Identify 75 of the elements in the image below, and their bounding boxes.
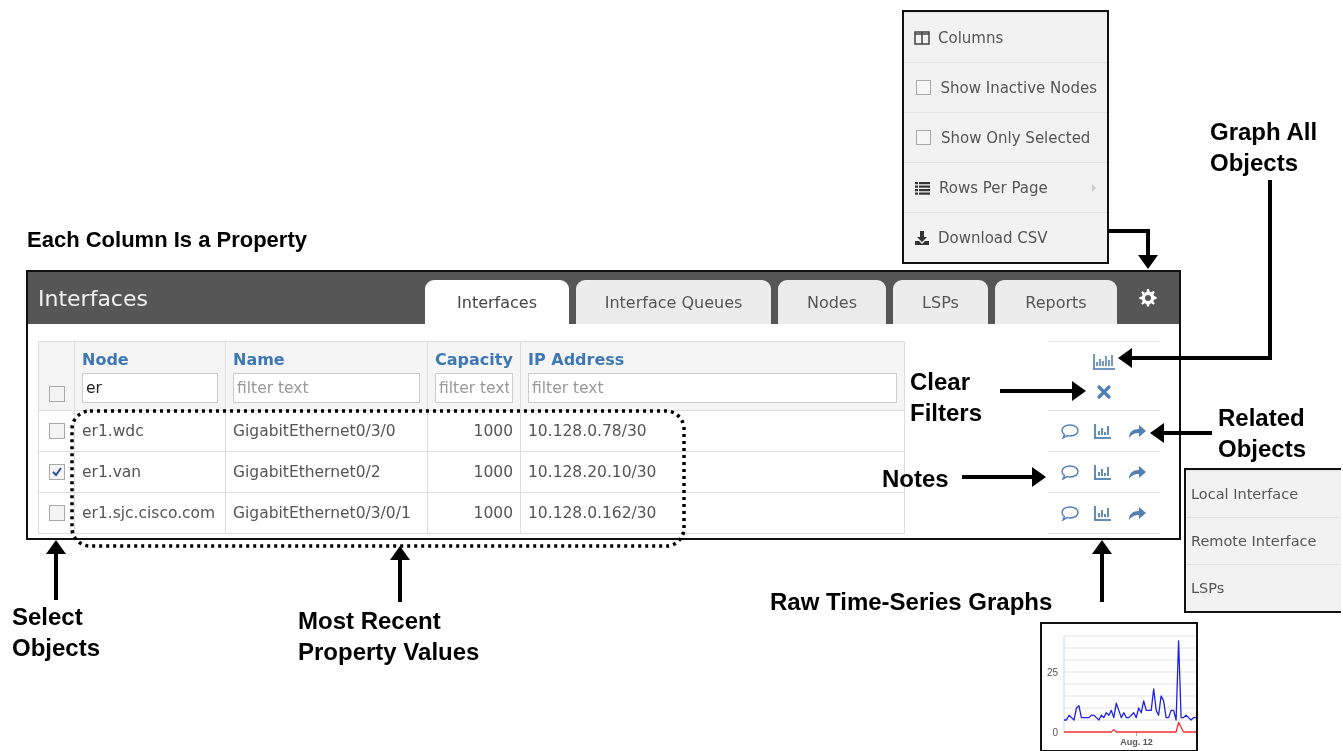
menu-item[interactable]: Rows Per Page bbox=[904, 162, 1107, 212]
axis-tick-label: 25 bbox=[1046, 667, 1058, 678]
menu-item[interactable]: Remote Interface bbox=[1186, 517, 1341, 564]
tab[interactable]: Nodes bbox=[778, 280, 886, 324]
settings-gear-icon[interactable] bbox=[1138, 288, 1158, 308]
notes-bubble-icon[interactable] bbox=[1061, 505, 1080, 521]
table-cell: er1.van bbox=[82, 463, 142, 481]
column-header[interactable]: Node bbox=[82, 349, 218, 369]
table-cell: 10.128.20.10/30 bbox=[528, 463, 657, 481]
row-checkbox[interactable] bbox=[48, 505, 65, 521]
bar-chart-icon[interactable] bbox=[1093, 504, 1113, 522]
list-icon bbox=[914, 179, 931, 196]
table-cell: er1.wdc bbox=[82, 422, 144, 440]
columns-icon bbox=[914, 29, 930, 46]
menu-item[interactable]: Columns bbox=[904, 12, 1107, 62]
callout-label: Related Objects bbox=[1218, 403, 1308, 465]
menu-item[interactable]: Show Only Selected bbox=[904, 112, 1107, 162]
column-header[interactable]: Name bbox=[233, 349, 420, 369]
menu-item[interactable]: Local Interface bbox=[1186, 470, 1341, 517]
callout-label: Graph All Objects bbox=[1210, 117, 1319, 179]
table-cell: 1000 bbox=[473, 463, 513, 481]
tab[interactable]: LSPs bbox=[893, 280, 988, 324]
table-cell: 10.128.0.78/30 bbox=[528, 422, 647, 440]
menu-item-label: Rows Per Page bbox=[939, 178, 1048, 197]
bar-chart-icon[interactable] bbox=[1093, 422, 1113, 440]
column-header[interactable]: Capacity bbox=[435, 349, 513, 369]
callout-label: Most Recent Property Values bbox=[298, 606, 481, 668]
filter-field[interactable]: filter text bbox=[528, 372, 897, 403]
menu-item[interactable]: LSPs bbox=[1186, 564, 1341, 611]
filter-field[interactable]: er bbox=[82, 372, 218, 403]
menu-item-label: Show Only Selected bbox=[941, 128, 1091, 147]
callout-label: Select Objects bbox=[12, 602, 102, 664]
column-header[interactable]: IP Address bbox=[528, 349, 897, 369]
checkbox[interactable] bbox=[916, 80, 931, 95]
tab[interactable]: Interfaces bbox=[425, 280, 569, 324]
callout-label: Notes bbox=[882, 464, 950, 494]
notes-bubble-icon[interactable] bbox=[1061, 464, 1080, 480]
share-arrow-icon[interactable] bbox=[1126, 504, 1147, 522]
notes-bubble-icon[interactable] bbox=[1061, 423, 1080, 439]
tab[interactable]: Reports bbox=[995, 280, 1117, 324]
axis-tick-label: Aug. 12 bbox=[1120, 737, 1153, 747]
row-checkbox[interactable] bbox=[48, 464, 65, 480]
menu-item[interactable]: Download CSV bbox=[904, 212, 1107, 262]
filter-field[interactable]: filter text bbox=[233, 372, 420, 403]
menu-item-label: Download CSV bbox=[938, 228, 1048, 247]
share-arrow-icon[interactable] bbox=[1126, 422, 1147, 440]
callout-label: Each Column Is a Property bbox=[27, 226, 308, 254]
annotation-arrow bbox=[1092, 540, 1112, 602]
select-all-checkbox[interactable] bbox=[48, 386, 65, 402]
bar-chart-icon[interactable] bbox=[1093, 463, 1113, 481]
graph-all-chart-icon[interactable] bbox=[1092, 352, 1116, 371]
annotation-arrow bbox=[1150, 423, 1212, 443]
table-cell: 10.128.0.162/30 bbox=[528, 504, 657, 522]
clear-filters-cross-icon[interactable] bbox=[1096, 383, 1112, 400]
menu-item[interactable]: Show Inactive Nodes bbox=[904, 62, 1107, 112]
callout-label: Raw Time-Series Graphs bbox=[770, 587, 1054, 617]
annotation-arrow bbox=[390, 546, 410, 602]
row-checkbox[interactable] bbox=[48, 423, 65, 439]
table-cell: 1000 bbox=[473, 504, 513, 522]
share-arrow-icon[interactable] bbox=[1126, 463, 1147, 481]
submenu-caret-icon bbox=[1091, 182, 1097, 193]
menu-item-label: Show Inactive Nodes bbox=[940, 78, 1097, 97]
checkbox[interactable] bbox=[916, 130, 931, 145]
table-cell: GigabitEthernet0/3/0/1 bbox=[233, 504, 411, 522]
menu-item-label: Columns bbox=[938, 28, 1004, 47]
annotation-arrow bbox=[46, 540, 66, 600]
table-cell: 1000 bbox=[473, 422, 513, 440]
download-icon bbox=[914, 229, 930, 246]
callout-label: Clear Filters bbox=[910, 367, 984, 429]
table-cell: GigabitEthernet0/3/0 bbox=[233, 422, 396, 440]
table-cell: GigabitEthernet0/2 bbox=[233, 463, 381, 481]
axis-tick-label: 0 bbox=[1052, 727, 1058, 738]
tab[interactable]: Interface Queues bbox=[576, 280, 771, 324]
panel-title: Interfaces bbox=[37, 285, 148, 311]
table-cell: er1.sjc.cisco.com bbox=[82, 504, 216, 522]
